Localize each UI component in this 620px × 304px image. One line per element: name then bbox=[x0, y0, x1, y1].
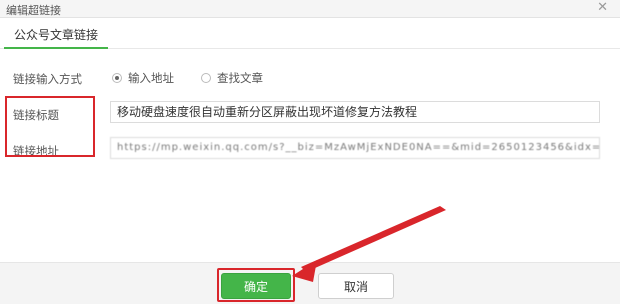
edit-hyperlink-dialog: 编辑超链接 ✕ 公众号文章链接 链接输入方式 输入地址 查找文章 链接标题 移动… bbox=[0, 0, 620, 304]
radio-enter-address-label: 输入地址 bbox=[128, 71, 174, 85]
tab-bar: 公众号文章链接 bbox=[0, 18, 620, 49]
tab-official-account-article-link[interactable]: 公众号文章链接 bbox=[4, 22, 109, 49]
dialog-title: 编辑超链接 bbox=[6, 4, 61, 17]
dialog-titlebar: 编辑超链接 ✕ bbox=[0, 0, 620, 18]
labels-highlight-box bbox=[5, 96, 95, 157]
radio-unchecked-icon bbox=[201, 73, 211, 83]
ok-button-highlight-box bbox=[217, 268, 295, 302]
dialog-footer bbox=[0, 262, 620, 304]
link-title-input[interactable]: 移动硬盘速度很自动重新分区屏蔽出现坏道修复方法教程 bbox=[110, 101, 600, 123]
link-input-mode-label: 链接输入方式 bbox=[13, 72, 82, 86]
radio-enter-address[interactable]: 输入地址 bbox=[112, 70, 174, 86]
cancel-button[interactable]: 取消 bbox=[318, 273, 394, 299]
radio-find-article[interactable]: 查找文章 bbox=[201, 70, 263, 86]
radio-checked-icon bbox=[112, 73, 122, 83]
radio-find-article-label: 查找文章 bbox=[217, 71, 263, 85]
link-address-input[interactable]: https://mp.weixin.qq.com/s?__biz=MzAwMjE… bbox=[110, 137, 600, 159]
close-icon[interactable]: ✕ bbox=[597, 1, 608, 15]
